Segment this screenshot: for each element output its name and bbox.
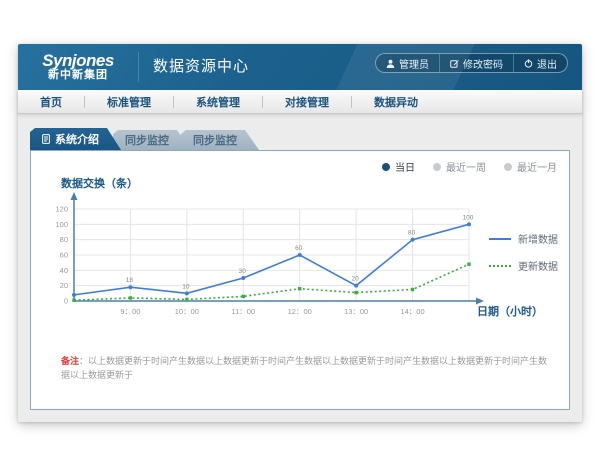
svg-text:100: 100 — [55, 220, 68, 229]
nav-item-data-change[interactable]: 数据异动 — [352, 94, 440, 110]
svg-text:120: 120 — [55, 205, 68, 214]
svg-text:14：00: 14：00 — [400, 307, 424, 316]
footnote-text: ：以上数据更新于时间产生数据以上数据更新于时间产生数据以上数据更新于时间产生数据… — [61, 356, 547, 380]
change-password-label: 修改密码 — [463, 56, 503, 71]
power-icon — [524, 59, 533, 68]
tab-sync-monitor-1[interactable]: 同步监控 — [113, 130, 191, 150]
tab-sync-monitor-2[interactable]: 同步监控 — [181, 130, 259, 150]
svg-text:30: 30 — [239, 268, 247, 275]
tab-system-intro[interactable]: 系统介绍 — [30, 128, 121, 150]
radio-label: 最近一周 — [446, 159, 486, 174]
x-axis-title: 日期（小时） — [477, 303, 543, 319]
svg-text:11：00: 11：00 — [231, 307, 255, 316]
line-chart: 0 20 40 60 80 100 120 9：00 10：00 11：00 12：00 13：00 1… — [39, 189, 491, 331]
svg-text:80: 80 — [60, 235, 68, 244]
user-toolbar: 管理员 修改密码 退出 — [375, 53, 568, 73]
radio-label: 最近一月 — [517, 159, 557, 174]
legend-label: 更新数据 — [518, 258, 558, 273]
nav-item-system-mgmt[interactable]: 系统管理 — [174, 94, 262, 110]
time-range-filter: 当日 最近一周 最近一月 — [382, 159, 557, 174]
change-password-button[interactable]: 修改密码 — [439, 54, 513, 72]
user-menu-admin[interactable]: 管理员 — [376, 54, 439, 72]
tab-label: 同步监控 — [125, 132, 169, 148]
nav-item-standard-mgmt[interactable]: 标准管理 — [85, 94, 173, 110]
tab-label: 系统介绍 — [55, 131, 99, 147]
brand-logo: Synjones 新中新集团 — [32, 52, 124, 81]
svg-text:0: 0 — [64, 297, 68, 306]
brand-name: Synjones — [32, 52, 124, 70]
radio-label: 当日 — [395, 159, 415, 174]
svg-text:10：00: 10：00 — [175, 307, 199, 316]
user-menu-label: 管理员 — [399, 56, 429, 71]
svg-text:13：00: 13：00 — [344, 307, 368, 316]
tab-bar: 系统介绍 同步监控 同步监控 — [30, 128, 259, 150]
legend-label: 新增数据 — [518, 231, 558, 246]
chart-legend: 新增数据 更新数据 — [489, 231, 558, 273]
footnote-label: 备注 — [61, 356, 79, 366]
radio-last-week[interactable]: 最近一周 — [433, 159, 486, 174]
radio-selected-icon — [382, 163, 390, 171]
svg-text:40: 40 — [60, 266, 68, 275]
page-title: 数据资源中心 — [138, 52, 249, 82]
svg-text:80: 80 — [408, 230, 416, 237]
svg-text:18: 18 — [126, 277, 134, 284]
svg-text:20: 20 — [60, 281, 68, 290]
legend-dotted-line-icon — [489, 265, 511, 267]
footnote: 备注：以上数据更新于时间产生数据以上数据更新于时间产生数据以上数据更新于时间产生… — [61, 355, 551, 382]
chart-panel: 当日 最近一周 最近一月 数据交换（条） 0204060801001209：00… — [30, 150, 570, 410]
nav-item-docking-mgmt[interactable]: 对接管理 — [263, 94, 351, 110]
svg-text:60: 60 — [295, 245, 303, 252]
nav-item-home[interactable]: 首页 — [18, 94, 84, 110]
brand-subtitle: 新中新集团 — [32, 70, 124, 82]
app-header: Synjones 新中新集团 数据资源中心 管理员 修改密码 退出 — [18, 44, 582, 90]
legend-item-new-data[interactable]: 新增数据 — [489, 231, 558, 246]
tab-label: 同步监控 — [193, 132, 237, 148]
svg-text:12：00: 12：00 — [288, 307, 312, 316]
legend-item-update-data[interactable]: 更新数据 — [489, 258, 558, 273]
svg-text:10: 10 — [182, 283, 190, 290]
svg-text:60: 60 — [60, 251, 68, 260]
logout-button[interactable]: 退出 — [513, 54, 567, 72]
svg-text:100: 100 — [463, 214, 474, 221]
legend-solid-line-icon — [489, 238, 511, 240]
logout-label: 退出 — [537, 56, 557, 71]
radio-unselected-icon — [504, 163, 512, 171]
radio-unselected-icon — [433, 163, 441, 171]
svg-text:20: 20 — [352, 276, 360, 283]
main-nav: 首页 标准管理 系统管理 对接管理 数据异动 — [18, 90, 582, 114]
svg-text:9：00: 9：00 — [120, 307, 140, 316]
radio-last-month[interactable]: 最近一月 — [504, 159, 557, 174]
edit-icon — [450, 59, 459, 68]
document-icon — [42, 134, 50, 144]
app-window: Synjones 新中新集团 数据资源中心 管理员 修改密码 退出 首页 标准管… — [18, 44, 582, 422]
user-icon — [386, 59, 395, 68]
radio-today[interactable]: 当日 — [382, 159, 415, 174]
